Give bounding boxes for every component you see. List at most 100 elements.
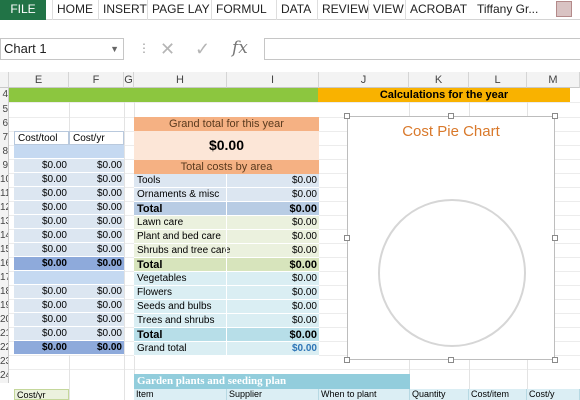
cost-cell[interactable]: $0.00 bbox=[69, 229, 124, 243]
cost-yr-header[interactable]: Cost/yr bbox=[69, 131, 124, 145]
resize-handle[interactable] bbox=[344, 113, 350, 119]
grand-total-value[interactable]: $0.00 bbox=[134, 131, 319, 160]
col-header-l[interactable]: L bbox=[469, 72, 527, 88]
col-header-j[interactable]: J bbox=[319, 72, 409, 88]
grand-total-header[interactable]: Grand total for this year bbox=[134, 117, 319, 131]
row-header[interactable]: 10 bbox=[0, 173, 9, 187]
summary-row-vegetables[interactable]: Vegetables $0.00 bbox=[134, 272, 319, 286]
tab-view[interactable]: VIEW bbox=[368, 0, 408, 20]
summary-row-grand-total[interactable]: Grand total $0.00 bbox=[134, 342, 319, 356]
cost-cell[interactable]: $0.00 bbox=[14, 313, 69, 327]
row-header[interactable]: 20 bbox=[0, 313, 9, 327]
tab-data[interactable]: DATA bbox=[276, 0, 315, 20]
row-header[interactable]: 7 bbox=[0, 131, 9, 145]
row-header[interactable]: 9 bbox=[0, 159, 9, 173]
cost-cell[interactable]: $0.00 bbox=[69, 285, 124, 299]
col-header-i[interactable]: I bbox=[227, 72, 319, 88]
enter-icon[interactable]: ✓ bbox=[195, 38, 210, 60]
resize-handle[interactable] bbox=[552, 113, 558, 119]
plan-col-supplier[interactable]: Supplier bbox=[227, 389, 319, 400]
plan-col-cost-yr[interactable]: Cost/y bbox=[527, 389, 580, 400]
name-box[interactable]: Chart 1 ▼ bbox=[0, 38, 124, 60]
cost-cell[interactable]: $0.00 bbox=[69, 299, 124, 313]
cost-cell[interactable] bbox=[14, 271, 69, 285]
row-header[interactable]: 17 bbox=[0, 271, 9, 285]
cost-cell[interactable]: $0.00 bbox=[69, 327, 124, 341]
cost-cell[interactable]: $0.00 bbox=[14, 243, 69, 257]
row-header[interactable]: 5 bbox=[0, 102, 9, 117]
avatar[interactable] bbox=[556, 1, 572, 17]
row-header[interactable]: 12 bbox=[0, 201, 9, 215]
cost-cell[interactable]: $0.00 bbox=[14, 201, 69, 215]
user-name[interactable]: Tiffany Gr... bbox=[477, 0, 538, 20]
resize-handle[interactable] bbox=[552, 235, 558, 241]
insert-function-icon[interactable]: fx bbox=[232, 38, 248, 58]
row-header[interactable]: 21 bbox=[0, 327, 9, 341]
summary-row-care-total[interactable]: Total $0.00 bbox=[134, 258, 319, 272]
col-header-g[interactable]: G bbox=[124, 72, 134, 88]
row-header[interactable]: 11 bbox=[0, 187, 9, 201]
resize-handle[interactable] bbox=[344, 357, 350, 363]
plan-col-quantity[interactable]: Quantity bbox=[410, 389, 469, 400]
select-all-corner[interactable] bbox=[0, 72, 9, 88]
pie-chart-plot[interactable] bbox=[378, 199, 526, 347]
resize-handle[interactable] bbox=[448, 357, 454, 363]
costs-by-area-header[interactable]: Total costs by area bbox=[134, 160, 319, 174]
col-header-f[interactable]: F bbox=[69, 72, 124, 88]
resize-handle[interactable] bbox=[552, 357, 558, 363]
summary-row-plants-total[interactable]: Total $0.00 bbox=[134, 328, 319, 342]
resize-handle[interactable] bbox=[448, 113, 454, 119]
summary-row-seeds-bulbs[interactable]: Seeds and bulbs $0.00 bbox=[134, 300, 319, 314]
plan-col-item[interactable]: Item bbox=[134, 389, 227, 400]
row-header[interactable]: 13 bbox=[0, 215, 9, 229]
cancel-icon[interactable]: ✕ bbox=[160, 38, 175, 60]
cost-cell[interactable]: $0.00 bbox=[14, 299, 69, 313]
cost-cell[interactable]: $0.00 bbox=[69, 159, 124, 173]
cost-cell[interactable]: $0.00 bbox=[14, 327, 69, 341]
summary-row-flowers[interactable]: Flowers $0.00 bbox=[134, 286, 319, 300]
cost-cell[interactable]: $0.00 bbox=[69, 215, 124, 229]
row-header[interactable]: 24 bbox=[0, 369, 9, 383]
cost-cell[interactable]: $0.00 bbox=[14, 173, 69, 187]
cost-cell[interactable]: $0.00 bbox=[69, 257, 124, 271]
cost-cell[interactable]: $0.00 bbox=[14, 159, 69, 173]
summary-row-shrubs-tree-care[interactable]: Shrubs and tree care $0.00 bbox=[134, 244, 319, 258]
cost-cell[interactable]: $0.00 bbox=[14, 285, 69, 299]
plan-title[interactable]: Garden plants and seeding plan bbox=[134, 374, 410, 389]
cost-cell[interactable] bbox=[14, 145, 69, 159]
row-header[interactable]: 15 bbox=[0, 243, 9, 257]
formula-input[interactable] bbox=[264, 38, 580, 60]
col-header-h[interactable]: H bbox=[134, 72, 227, 88]
summary-row-tools-total[interactable]: Total $0.00 bbox=[134, 202, 319, 216]
cost-pie-chart[interactable]: Cost Pie Chart bbox=[347, 116, 555, 360]
tab-review[interactable]: REVIEW bbox=[317, 0, 373, 20]
cost-cell[interactable]: $0.00 bbox=[14, 215, 69, 229]
cost-cell[interactable]: $0.00 bbox=[14, 187, 69, 201]
row-header[interactable]: 6 bbox=[0, 117, 9, 131]
row-header[interactable]: 18 bbox=[0, 285, 9, 299]
resize-handle[interactable] bbox=[344, 235, 350, 241]
cost-cell[interactable] bbox=[69, 145, 124, 159]
tab-page-layout[interactable]: PAGE LAY bbox=[147, 0, 214, 20]
tab-insert[interactable]: INSERT bbox=[98, 0, 151, 20]
row-header[interactable]: 16 bbox=[0, 257, 9, 271]
col-header-m[interactable]: M bbox=[527, 72, 580, 88]
chart-title[interactable]: Cost Pie Chart bbox=[348, 123, 554, 140]
row-header[interactable]: 4 bbox=[0, 88, 9, 102]
file-tab[interactable]: FILE bbox=[0, 0, 46, 20]
cost-cell[interactable]: $0.00 bbox=[69, 243, 124, 257]
tab-acrobat[interactable]: ACROBAT bbox=[405, 0, 471, 20]
cost-cell[interactable]: $0.00 bbox=[69, 313, 124, 327]
cost-cell[interactable]: $0.00 bbox=[14, 229, 69, 243]
chevron-down-icon[interactable]: ▼ bbox=[110, 39, 119, 59]
cost-cell[interactable]: $0.00 bbox=[69, 187, 124, 201]
cost-cell[interactable]: $0.00 bbox=[69, 173, 124, 187]
cost-cell[interactable]: $0.00 bbox=[69, 341, 124, 355]
row-header[interactable]: 19 bbox=[0, 299, 9, 313]
cost-cell[interactable]: $0.00 bbox=[14, 341, 69, 355]
row-header[interactable]: 23 bbox=[0, 355, 9, 369]
row-header[interactable]: 22 bbox=[0, 341, 9, 355]
bottom-cost-yr-header[interactable]: Cost/yr bbox=[14, 389, 69, 400]
row-header[interactable]: 8 bbox=[0, 145, 9, 159]
tab-home[interactable]: HOME bbox=[52, 0, 97, 20]
